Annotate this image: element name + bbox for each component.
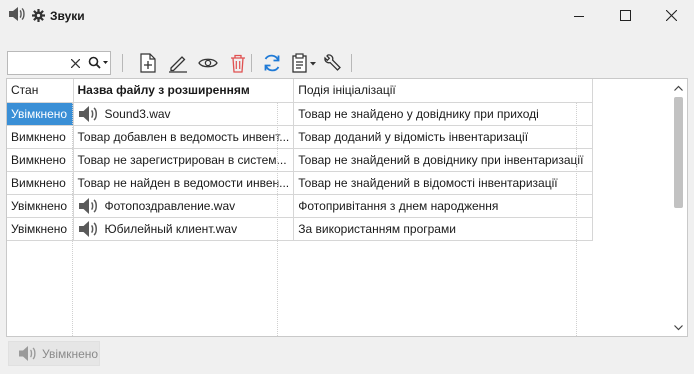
speaker-icon[interactable] — [78, 220, 100, 238]
filename-text: Фотопоздравление.wav — [104, 198, 236, 213]
filename-cell[interactable]: Sound3.wav — [73, 102, 295, 126]
close-icon — [665, 10, 677, 21]
enable-toggle-button[interactable]: Увімкнено — [8, 341, 100, 366]
status-cell[interactable]: Увімкнено — [7, 194, 74, 218]
column-header-status[interactable]: Стан — [7, 79, 74, 103]
column-header-event[interactable]: Подія ініціалізації — [293, 79, 594, 103]
maximize-icon — [619, 10, 631, 21]
tools-button[interactable] — [320, 51, 344, 75]
table-row[interactable]: Вимкнено Товар добавлен в ведомость инвен… — [7, 125, 594, 149]
wrench-icon — [324, 54, 341, 71]
filename-cell[interactable]: Фотопоздравление.wav — [73, 194, 295, 218]
refresh-button[interactable] — [260, 51, 284, 75]
table-row[interactable]: Вимкнено Товар не найден в ведомости инве… — [7, 171, 594, 195]
title-bar: Звуки — [0, 0, 694, 31]
eye-icon — [198, 58, 218, 68]
enable-toggle-label: Увімкнено — [42, 346, 99, 361]
trash-icon — [231, 54, 245, 73]
minimize-button[interactable] — [556, 0, 602, 31]
close-icon — [70, 58, 80, 68]
filename-cell[interactable]: Товар добавлен в ведомость инвент... — [73, 125, 295, 149]
table-row[interactable]: Увімкнено Юбилейный клиент.wav За використ… — [7, 217, 594, 241]
vertical-scrollbar[interactable] — [670, 79, 687, 336]
refresh-icon — [264, 54, 280, 72]
pencil-icon — [169, 56, 187, 73]
filename-cell[interactable]: Юбилейный клиент.wav — [73, 217, 295, 241]
event-cell[interactable]: За використанням програми — [293, 217, 594, 241]
filename-text: Товар добавлен в ведомость инвент... — [77, 129, 290, 144]
search-button[interactable] — [88, 55, 110, 71]
status-cell[interactable]: Увімкнено — [7, 217, 74, 241]
status-cell[interactable]: Вимкнено — [7, 125, 74, 149]
search-box — [7, 51, 111, 75]
filename-text: Товар не найден в ведомости инвен... — [77, 175, 290, 190]
toolbar-separator — [351, 54, 352, 72]
speaker-icon[interactable] — [78, 105, 100, 123]
filename-text: Товар не зарегистрирован в систем... — [77, 152, 287, 167]
sounds-grid: Стан Назва файлу з розширенням Подія іні… — [6, 78, 688, 337]
search-input[interactable] — [11, 54, 65, 72]
filename-cell[interactable]: Товар не зарегистрирован в систем... — [73, 148, 295, 172]
minimize-icon — [574, 15, 584, 17]
filename-cell[interactable]: Товар не найден в ведомости инвен... — [73, 171, 295, 195]
grid-header-row: Стан Назва файлу з розширенням Подія іні… — [7, 79, 594, 103]
filename-text: Sound3.wav — [104, 106, 171, 121]
clear-search-button[interactable] — [68, 56, 82, 70]
toolbar — [0, 44, 694, 78]
table-row[interactable]: Вимкнено Товар не зарегистрирован в систе… — [7, 148, 594, 172]
speaker-icon — [18, 345, 38, 362]
event-cell[interactable]: Товар доданий у відомість інвентаризації — [293, 125, 594, 149]
close-button[interactable] — [648, 0, 694, 31]
status-cell[interactable]: Вимкнено — [7, 171, 74, 195]
search-icon — [88, 56, 108, 69]
scrollbar-thumb[interactable] — [674, 97, 683, 208]
status-cell[interactable]: Вимкнено — [7, 148, 74, 172]
scroll-up-button[interactable] — [674, 84, 683, 92]
table-row[interactable]: Увімкнено Sound3.wav Товар не знайдено у д… — [7, 102, 594, 126]
column-header-filename[interactable]: Назва файлу з розширенням — [73, 79, 295, 103]
maximize-button[interactable] — [602, 0, 648, 31]
event-cell[interactable]: Фотопривітання з днем народження — [293, 194, 594, 218]
event-cell[interactable]: Товар не знайдено у довіднику при приход… — [293, 102, 594, 126]
edit-button[interactable] — [166, 51, 190, 75]
scroll-down-button[interactable] — [674, 324, 683, 332]
clipboard-dropdown-button[interactable] — [290, 51, 320, 75]
delete-button[interactable] — [226, 51, 250, 75]
event-cell[interactable]: Товар не знайдений в відомості інвентари… — [293, 171, 594, 195]
chevron-down-icon — [674, 325, 683, 331]
event-cell[interactable]: Товар не знайдений в довіднику при інвен… — [293, 148, 594, 172]
speaker-icon — [8, 6, 26, 25]
add-button[interactable] — [136, 51, 160, 75]
toolbar-separator — [251, 54, 252, 72]
clipboard-icon — [292, 53, 316, 73]
new-document-icon — [140, 53, 156, 73]
gear-icon — [32, 9, 45, 22]
table-row[interactable]: Увімкнено Фотопоздравление.wav Фотопривіта… — [7, 194, 594, 218]
filename-text: Юбилейный клиент.wav — [104, 221, 238, 236]
chevron-up-icon — [674, 85, 683, 91]
toolbar-separator — [122, 54, 123, 72]
window-title: Звуки — [50, 8, 85, 23]
view-button[interactable] — [196, 51, 220, 75]
speaker-icon[interactable] — [78, 197, 100, 215]
status-cell[interactable]: Увімкнено — [7, 102, 74, 126]
